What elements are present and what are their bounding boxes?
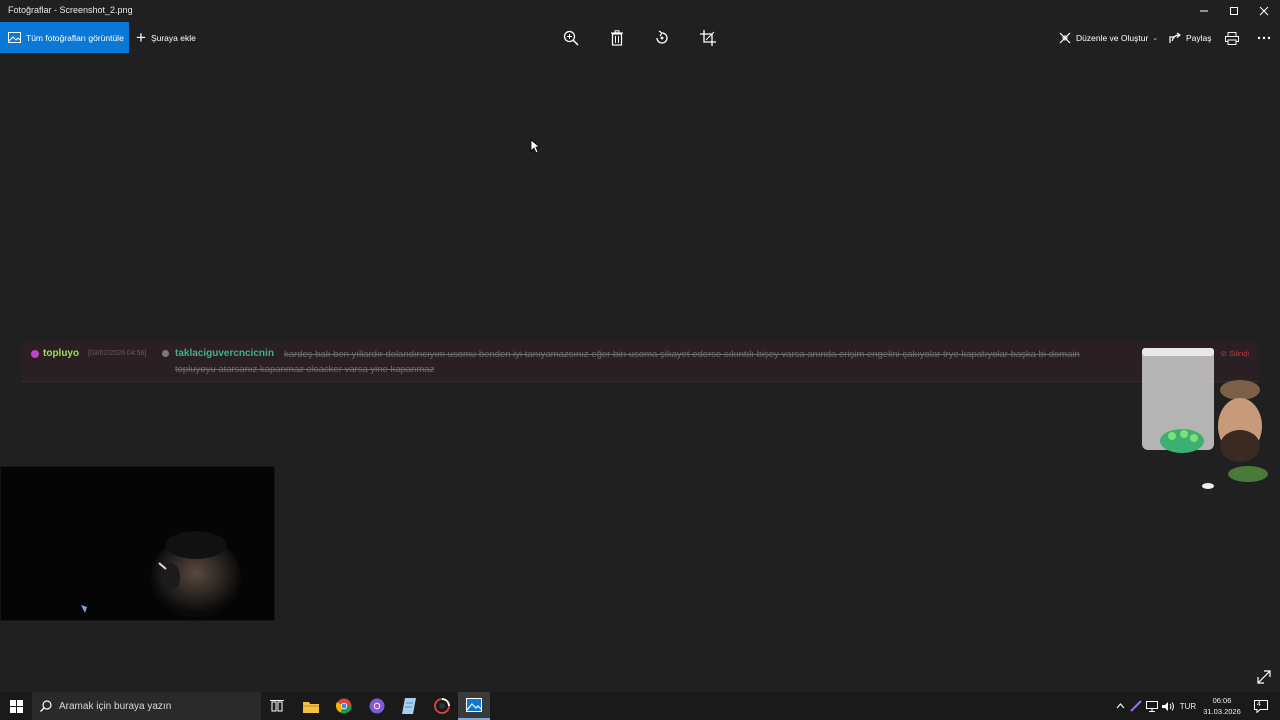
pen-icon (1130, 700, 1142, 712)
channel-label: topluyo (31, 348, 79, 359)
title-bar: Fotoğraflar - Screenshot_2.png (0, 0, 1280, 22)
mouse-cursor (530, 139, 541, 159)
photos-app-icon (466, 698, 482, 712)
windows-logo-icon (9, 699, 23, 713)
character-overlay-image (1140, 346, 1268, 494)
message-text-line-2: topluyoyu atarsanız kapanmaz cloacker va… (175, 364, 435, 375)
taskbar-app-chrome-profile[interactable] (361, 692, 393, 720)
message-timestamp: [03/02/2026 04:56] (88, 350, 147, 357)
taskbar-clock[interactable]: 06:06 31.03.2026 (1198, 695, 1246, 717)
print-button[interactable] (1222, 28, 1242, 48)
plus-icon: + (136, 28, 146, 47)
recorder-app-icon (434, 698, 450, 714)
chevron-up-icon (1116, 703, 1124, 709)
language-label: TUR (1179, 701, 1197, 711)
windows-taskbar: Aramak için buraya yazın TUR 06:06 31.03… (0, 692, 1280, 720)
clock-time: 06:06 (1212, 696, 1232, 705)
chat-message: topluyo [03/02/2026 04:56] taklaciguverc… (21, 342, 1259, 382)
edit-create-label: Düzenle ve Oluştur (1076, 32, 1149, 43)
notification-center-button[interactable]: 4 (1250, 692, 1272, 720)
minimize-button[interactable] (1189, 0, 1219, 22)
channel-dot-icon (31, 349, 39, 358)
webcam-feed-image (1, 467, 274, 620)
zoom-button[interactable] (561, 28, 581, 48)
photo-icon (8, 32, 21, 43)
minimize-icon (1200, 10, 1208, 12)
chrome-profile-icon (369, 698, 385, 714)
taskbar-app-photos[interactable] (458, 692, 490, 720)
rotate-button[interactable] (652, 28, 672, 48)
fullscreen-button[interactable] (1256, 669, 1272, 685)
clock-date: 31.03.2026 (1203, 707, 1241, 716)
add-to-button[interactable]: + Şuraya ekle (136, 22, 196, 53)
edit-create-menu[interactable]: Düzenle ve Oluştur ⌄ (1059, 22, 1158, 53)
share-button[interactable]: Paylaş (1169, 22, 1212, 53)
channel-name: topluyo (43, 348, 80, 359)
delete-button[interactable] (607, 28, 627, 48)
notification-count: 4 (1257, 701, 1261, 708)
user-status-icon (162, 350, 169, 357)
volume-icon (1161, 701, 1174, 711)
more-options-button[interactable] (1254, 28, 1274, 48)
taskbar-search-box[interactable]: Aramak için buraya yazın (32, 692, 261, 720)
taskbar-app-recorder[interactable] (426, 692, 458, 720)
tray-volume-button[interactable] (1160, 692, 1176, 720)
message-text-line-1: kardeş bak ben yıllardır dolandırıcıyım … (284, 349, 1080, 360)
maximize-icon (1230, 7, 1238, 15)
close-button[interactable] (1249, 0, 1279, 22)
maximize-button[interactable] (1219, 0, 1249, 22)
expand-icon (1257, 670, 1271, 684)
start-button[interactable] (0, 692, 32, 720)
cursor-arrow-icon (530, 139, 541, 154)
window-title: Fotoğraflar - Screenshot_2.png (8, 5, 133, 15)
view-all-photos-label: Tüm fotoğrafları görüntüle (26, 32, 124, 43)
folder-icon (303, 701, 319, 713)
photo-toolbar: Tüm fotoğrafları görüntüle + Şuraya ekle… (0, 22, 1280, 54)
chrome-icon (336, 698, 352, 714)
show-hidden-icons-button[interactable] (1112, 692, 1128, 720)
rotate-icon (656, 30, 668, 44)
tray-language-button[interactable]: TUR (1178, 692, 1198, 720)
share-icon (1169, 32, 1181, 43)
edit-create-icon (1059, 32, 1071, 43)
close-icon (1259, 6, 1269, 16)
task-view-icon (270, 699, 284, 711)
more-icon (1257, 36, 1271, 40)
zoom-in-icon (563, 30, 579, 46)
chevron-down-icon: ⌄ (1152, 34, 1159, 42)
taskbar-app-file-explorer[interactable] (295, 692, 327, 720)
crop-icon (700, 30, 716, 46)
crop-button[interactable] (698, 28, 718, 48)
trash-icon (611, 30, 623, 46)
add-to-label: Şuraya ekle (150, 32, 196, 43)
tray-network-button[interactable] (1144, 692, 1160, 720)
notes-app-icon (402, 698, 416, 714)
message-username: taklaciguvercncicnin (175, 348, 274, 359)
search-placeholder: Aramak için buraya yazın (59, 700, 172, 712)
taskbar-app-chrome[interactable] (328, 692, 360, 720)
view-all-photos-button[interactable]: Tüm fotoğrafları görüntüle (0, 22, 129, 53)
network-icon (1146, 700, 1158, 712)
taskbar-app-notes[interactable] (393, 692, 425, 720)
print-icon (1225, 31, 1239, 45)
tray-pen-icon-button[interactable] (1128, 692, 1144, 720)
webcam-overlay (0, 466, 275, 621)
task-view-button[interactable] (261, 692, 293, 720)
search-icon (40, 700, 52, 712)
share-label: Paylaş (1186, 32, 1212, 43)
